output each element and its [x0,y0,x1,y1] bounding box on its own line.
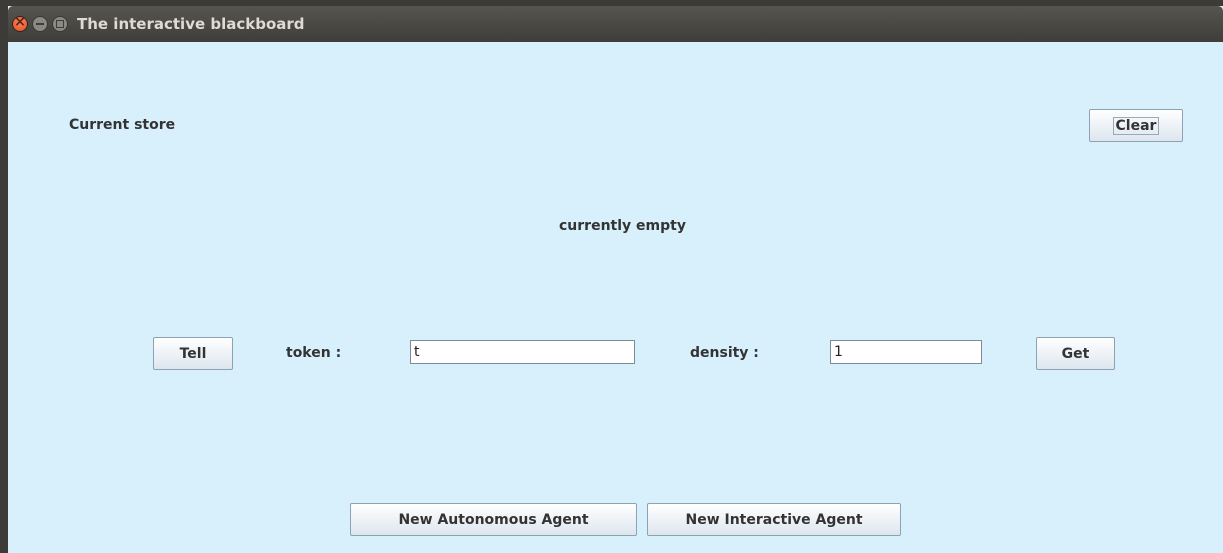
window-title: The interactive blackboard [77,15,305,33]
density-input[interactable] [830,340,982,364]
get-button-label: Get [1061,345,1090,362]
app-window: The interactive blackboard Current store… [8,6,1223,553]
new-interactive-agent-button[interactable]: New Interactive Agent [647,503,901,536]
get-button[interactable]: Get [1036,337,1115,370]
token-input[interactable] [410,340,635,364]
maximize-window-icon[interactable] [52,16,68,32]
new-autonomous-agent-button[interactable]: New Autonomous Agent [350,503,637,536]
tell-button-label: Tell [179,345,207,362]
token-label: token : [286,345,342,361]
title-bar[interactable]: The interactive blackboard [8,6,1223,42]
store-status-text: currently empty [559,218,686,234]
close-window-icon[interactable] [12,14,28,32]
minimize-window-icon[interactable] [32,16,48,32]
clear-button-label: Clear [1112,116,1160,135]
clear-button[interactable]: Clear [1089,109,1183,142]
new-interactive-agent-label: New Interactive Agent [685,511,863,528]
new-autonomous-agent-label: New Autonomous Agent [398,511,589,528]
density-label: density : [690,345,759,361]
tell-button[interactable]: Tell [153,337,233,370]
current-store-label: Current store [69,117,176,133]
